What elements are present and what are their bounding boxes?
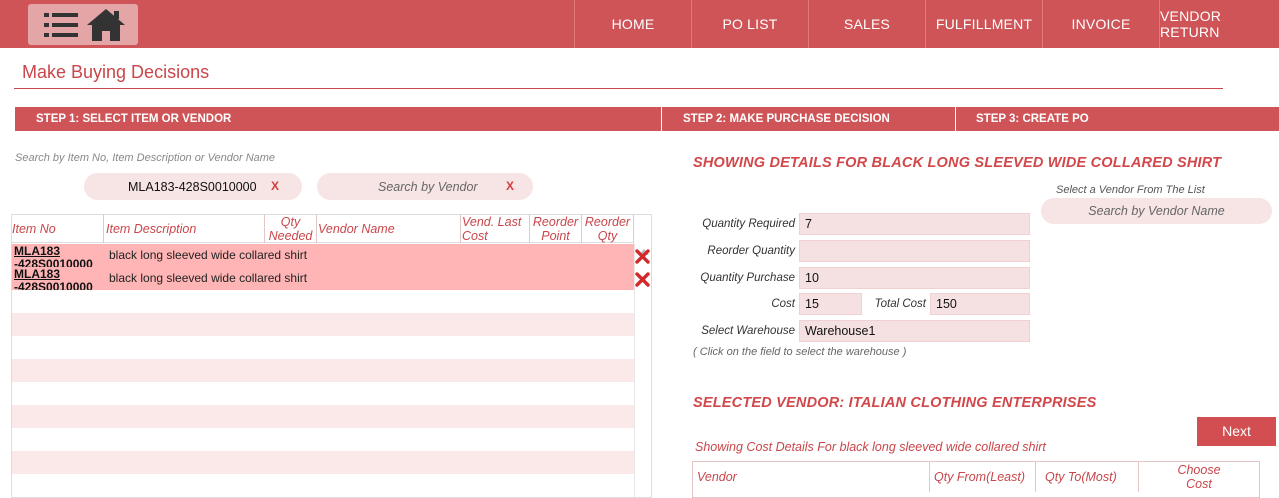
- nav-sales[interactable]: SALES: [808, 0, 925, 48]
- col-choose-cost-line2: Cost: [1186, 477, 1212, 491]
- delete-icon[interactable]: [635, 249, 650, 264]
- reorder-quantity-label: Reorder Quantity: [707, 245, 795, 257]
- col-vend-last-cost[interactable]: Vend. Last Cost: [461, 215, 530, 243]
- nav-po-list[interactable]: PO LIST: [691, 0, 808, 48]
- total-cost-field[interactable]: 150: [930, 293, 1030, 315]
- col-choose-cost-line1: Choose: [1177, 463, 1221, 477]
- table-row-empty: [12, 382, 634, 405]
- item-description: black long sleeved wide collared shirt: [109, 248, 308, 262]
- quantity-required-label: Quantity Required: [702, 218, 795, 230]
- vendor-name-search-input[interactable]: Search by Vendor Name: [1041, 198, 1272, 224]
- items-table-header: Item No Item Description Qty Needed Vend…: [12, 215, 634, 243]
- next-button[interactable]: Next: [1197, 417, 1276, 446]
- reorder-quantity-field[interactable]: [799, 240, 1030, 262]
- title-divider: [14, 88, 1223, 89]
- table-row-empty: [12, 428, 634, 451]
- cost-label: Cost: [771, 298, 795, 310]
- col-reorder-point-line2: Point: [541, 229, 570, 243]
- menu-icon[interactable]: [44, 13, 78, 37]
- table-row-empty: [12, 405, 634, 428]
- step-3: STEP 3: CREATE PO: [976, 113, 1089, 125]
- col-qty-from[interactable]: Qty From(Least): [930, 462, 1036, 492]
- item-search-clear-icon[interactable]: X: [271, 179, 279, 193]
- table-row[interactable]: MLA183 -428S0010000 black long sleeved w…: [12, 244, 634, 267]
- warehouse-select[interactable]: Warehouse1: [799, 320, 1030, 342]
- steps-bar: STEP 1: SELECT ITEM OR VENDOR STEP 2: MA…: [15, 107, 1279, 131]
- item-no-link[interactable]: MLA183 -428S0010000: [14, 268, 106, 291]
- table-row-empty: [12, 336, 634, 359]
- cost-field[interactable]: 15: [799, 293, 862, 315]
- col-vend-last-cost-line2: Cost: [462, 229, 488, 243]
- vendor-cost-table: Vendor Qty From(Least) Qty To(Most) Choo…: [692, 461, 1260, 498]
- table-row-empty: [12, 290, 634, 313]
- col-reorder-qty-line1: Reorder: [584, 215, 631, 229]
- vendor-list-hint: Select a Vendor From The List: [1056, 184, 1205, 196]
- details-title: SHOWING DETAILS FOR BLACK LONG SLEEVED W…: [693, 155, 1222, 171]
- item-search-input[interactable]: MLA183-428S0010000 X: [84, 173, 302, 200]
- search-hint: Search by Item No, Item Description or V…: [15, 152, 276, 164]
- vendor-search-clear-icon[interactable]: X: [506, 179, 514, 193]
- col-item-no[interactable]: Item No: [12, 215, 104, 243]
- col-reorder-qty[interactable]: Reorder Qty: [582, 215, 634, 243]
- col-vend-last-cost-line1: Vend. Last: [462, 215, 522, 229]
- nav-invoice[interactable]: INVOICE: [1042, 0, 1159, 48]
- table-row[interactable]: MLA183 -428S0010000 black long sleeved w…: [12, 267, 634, 290]
- col-reorder-point[interactable]: Reorder Point: [530, 215, 582, 243]
- quantity-purchase-field[interactable]: 10: [799, 267, 1030, 289]
- page-title: Make Buying Decisions: [22, 62, 210, 82]
- top-nav: HOME PO LIST SALES FULFILLMENT INVOICE V…: [0, 0, 1279, 48]
- step-1: STEP 1: SELECT ITEM OR VENDOR: [36, 113, 232, 125]
- col-reorder-point-line1: Reorder: [532, 215, 579, 229]
- item-search-value: MLA183-428S0010000: [128, 180, 257, 194]
- quantity-required-field[interactable]: 7: [799, 213, 1030, 235]
- step-divider: [955, 107, 956, 131]
- item-no-link[interactable]: MLA183 -428S0010000: [14, 245, 106, 268]
- table-row-empty: [12, 313, 634, 336]
- col-item-description[interactable]: Item Description: [104, 215, 265, 243]
- col-choose-cost[interactable]: Choose Cost: [1139, 462, 1259, 492]
- nav-home[interactable]: HOME: [574, 0, 691, 48]
- vendor-search-input[interactable]: Search by Vendor X: [317, 173, 533, 200]
- table-row-empty: [12, 451, 634, 474]
- col-reorder-qty-line2: Qty: [597, 229, 618, 243]
- total-cost-label: Total Cost: [874, 298, 926, 310]
- table-row-empty: [12, 359, 634, 382]
- warehouse-label: Select Warehouse: [701, 325, 795, 337]
- col-qty-needed[interactable]: Qty Needed: [265, 215, 317, 243]
- nav-menu: HOME PO LIST SALES FULFILLMENT INVOICE V…: [574, 0, 1279, 48]
- selected-vendor-title: SELECTED VENDOR: ITALIAN CLOTHING ENTERP…: [693, 395, 1097, 411]
- item-description: black long sleeved wide collared shirt: [109, 271, 308, 285]
- col-qty-needed-line2: Needed: [268, 229, 313, 243]
- col-qty-to[interactable]: Qty To(Most): [1036, 462, 1139, 492]
- delete-icon[interactable]: [635, 272, 650, 287]
- nav-vendor-return[interactable]: VENDOR RETURN: [1159, 0, 1279, 48]
- col-vendor-name[interactable]: Vendor Name: [317, 215, 461, 243]
- vendor-search-placeholder: Search by Vendor: [378, 180, 478, 194]
- cost-details-note: Showing Cost Details For black long slee…: [695, 440, 1046, 454]
- quantity-purchase-label: Quantity Purchase: [700, 272, 795, 284]
- warehouse-note: ( Click on the field to select the wareh…: [693, 346, 907, 358]
- menu-home-group: [28, 4, 138, 45]
- items-table: Item No Item Description Qty Needed Vend…: [11, 214, 652, 498]
- home-icon[interactable]: [86, 8, 126, 42]
- step-divider: [661, 107, 662, 131]
- col-qty-needed-line1: Qty: [280, 215, 301, 229]
- step-2: STEP 2: MAKE PURCHASE DECISION: [683, 113, 890, 125]
- table-row-empty: [12, 474, 634, 497]
- col-vendor[interactable]: Vendor: [693, 462, 930, 492]
- nav-fulfillment[interactable]: FULFILLMENT: [925, 0, 1042, 48]
